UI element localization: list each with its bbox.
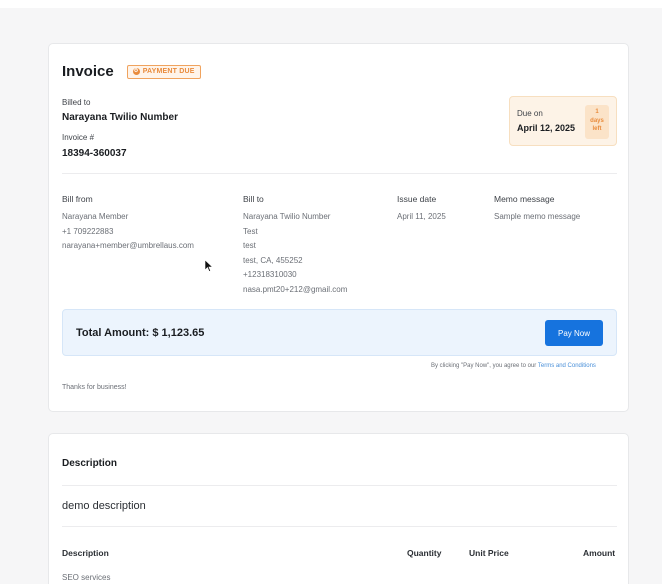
bill-to-line: test: [243, 241, 256, 250]
terms-link[interactable]: Terms and Conditions: [538, 363, 596, 369]
bill-to-line: Test: [243, 226, 258, 236]
divider: [62, 526, 617, 527]
bill-to-block: Narayana Twilio Number Test test test, C…: [243, 210, 347, 297]
billed-to-name: Narayana Twilio Number: [62, 112, 178, 123]
bill-to-label: Bill to: [243, 194, 264, 204]
total-amount: Total Amount: $ 1,123.65: [76, 327, 205, 339]
bill-to-line: Narayana Twilio Number: [243, 212, 331, 221]
description-text: demo description: [62, 500, 146, 512]
issue-date-value: April 11, 2025: [397, 212, 446, 221]
description-heading: Description: [62, 458, 118, 469]
invoice-header: Invoice ⏱ PAYMENT DUE: [62, 63, 201, 80]
memo-label: Memo message: [494, 194, 555, 204]
divider: [62, 173, 617, 174]
col-header-amount: Amount: [583, 548, 616, 558]
terms-notice: By clicking "Pay Now", you agree to our …: [431, 363, 596, 369]
bill-from-line: +1 709222883: [62, 226, 114, 236]
top-bar: [0, 0, 662, 8]
mouse-cursor-icon: [205, 260, 213, 272]
status-badge-label: PAYMENT DUE: [142, 68, 195, 75]
due-date: April 12, 2025: [517, 123, 576, 133]
invoice-card: Invoice ⏱ PAYMENT DUE Billed to Narayana…: [48, 43, 629, 412]
col-header-quantity: Quantity: [407, 548, 442, 558]
description-card: Description demo description Description…: [48, 433, 629, 584]
divider: [62, 485, 617, 486]
bill-from-line: narayana+member@umbrellaus.com: [62, 241, 194, 250]
thanks-note: Thanks for business!: [62, 384, 127, 391]
days-left-count: 1: [595, 109, 599, 115]
clock-icon: ⏱: [132, 68, 140, 75]
memo-value: Sample memo message: [494, 212, 581, 221]
bill-from-line: Narayana Member: [62, 212, 129, 221]
bill-from-block: Narayana Member +1 709222883 narayana+me…: [62, 210, 194, 254]
bill-from-label: Bill from: [62, 194, 93, 204]
due-date-box: Due on April 12, 2025 1 days left: [509, 96, 617, 146]
total-amount-bar: Total Amount: $ 1,123.65 Pay Now: [62, 309, 617, 356]
col-header-description: Description: [62, 548, 109, 558]
col-header-unit-price: Unit Price: [469, 548, 509, 558]
issue-date-label: Issue date: [397, 194, 437, 204]
pay-now-button[interactable]: Pay Now: [545, 320, 603, 346]
invoice-number: 18394-360037: [62, 148, 127, 159]
days-left-word: days: [590, 117, 604, 124]
invoice-number-label: Invoice #: [62, 133, 95, 142]
table-row-item: SEO services: [62, 573, 111, 582]
bill-to-line: nasa.pmt20+212@gmail.com: [243, 284, 348, 294]
terms-prefix: By clicking "Pay Now", you agree to our: [431, 363, 537, 369]
billed-to-label: Billed to: [62, 98, 91, 107]
due-label: Due on: [517, 109, 543, 118]
days-left-pill: 1 days left: [585, 105, 609, 139]
status-badge: ⏱ PAYMENT DUE: [126, 64, 201, 79]
invoice-title: Invoice: [62, 63, 114, 80]
bill-to-line: +12318310030: [243, 270, 297, 279]
days-left-suffix: left: [592, 126, 602, 132]
bill-to-line: test, CA, 455252: [243, 255, 303, 265]
